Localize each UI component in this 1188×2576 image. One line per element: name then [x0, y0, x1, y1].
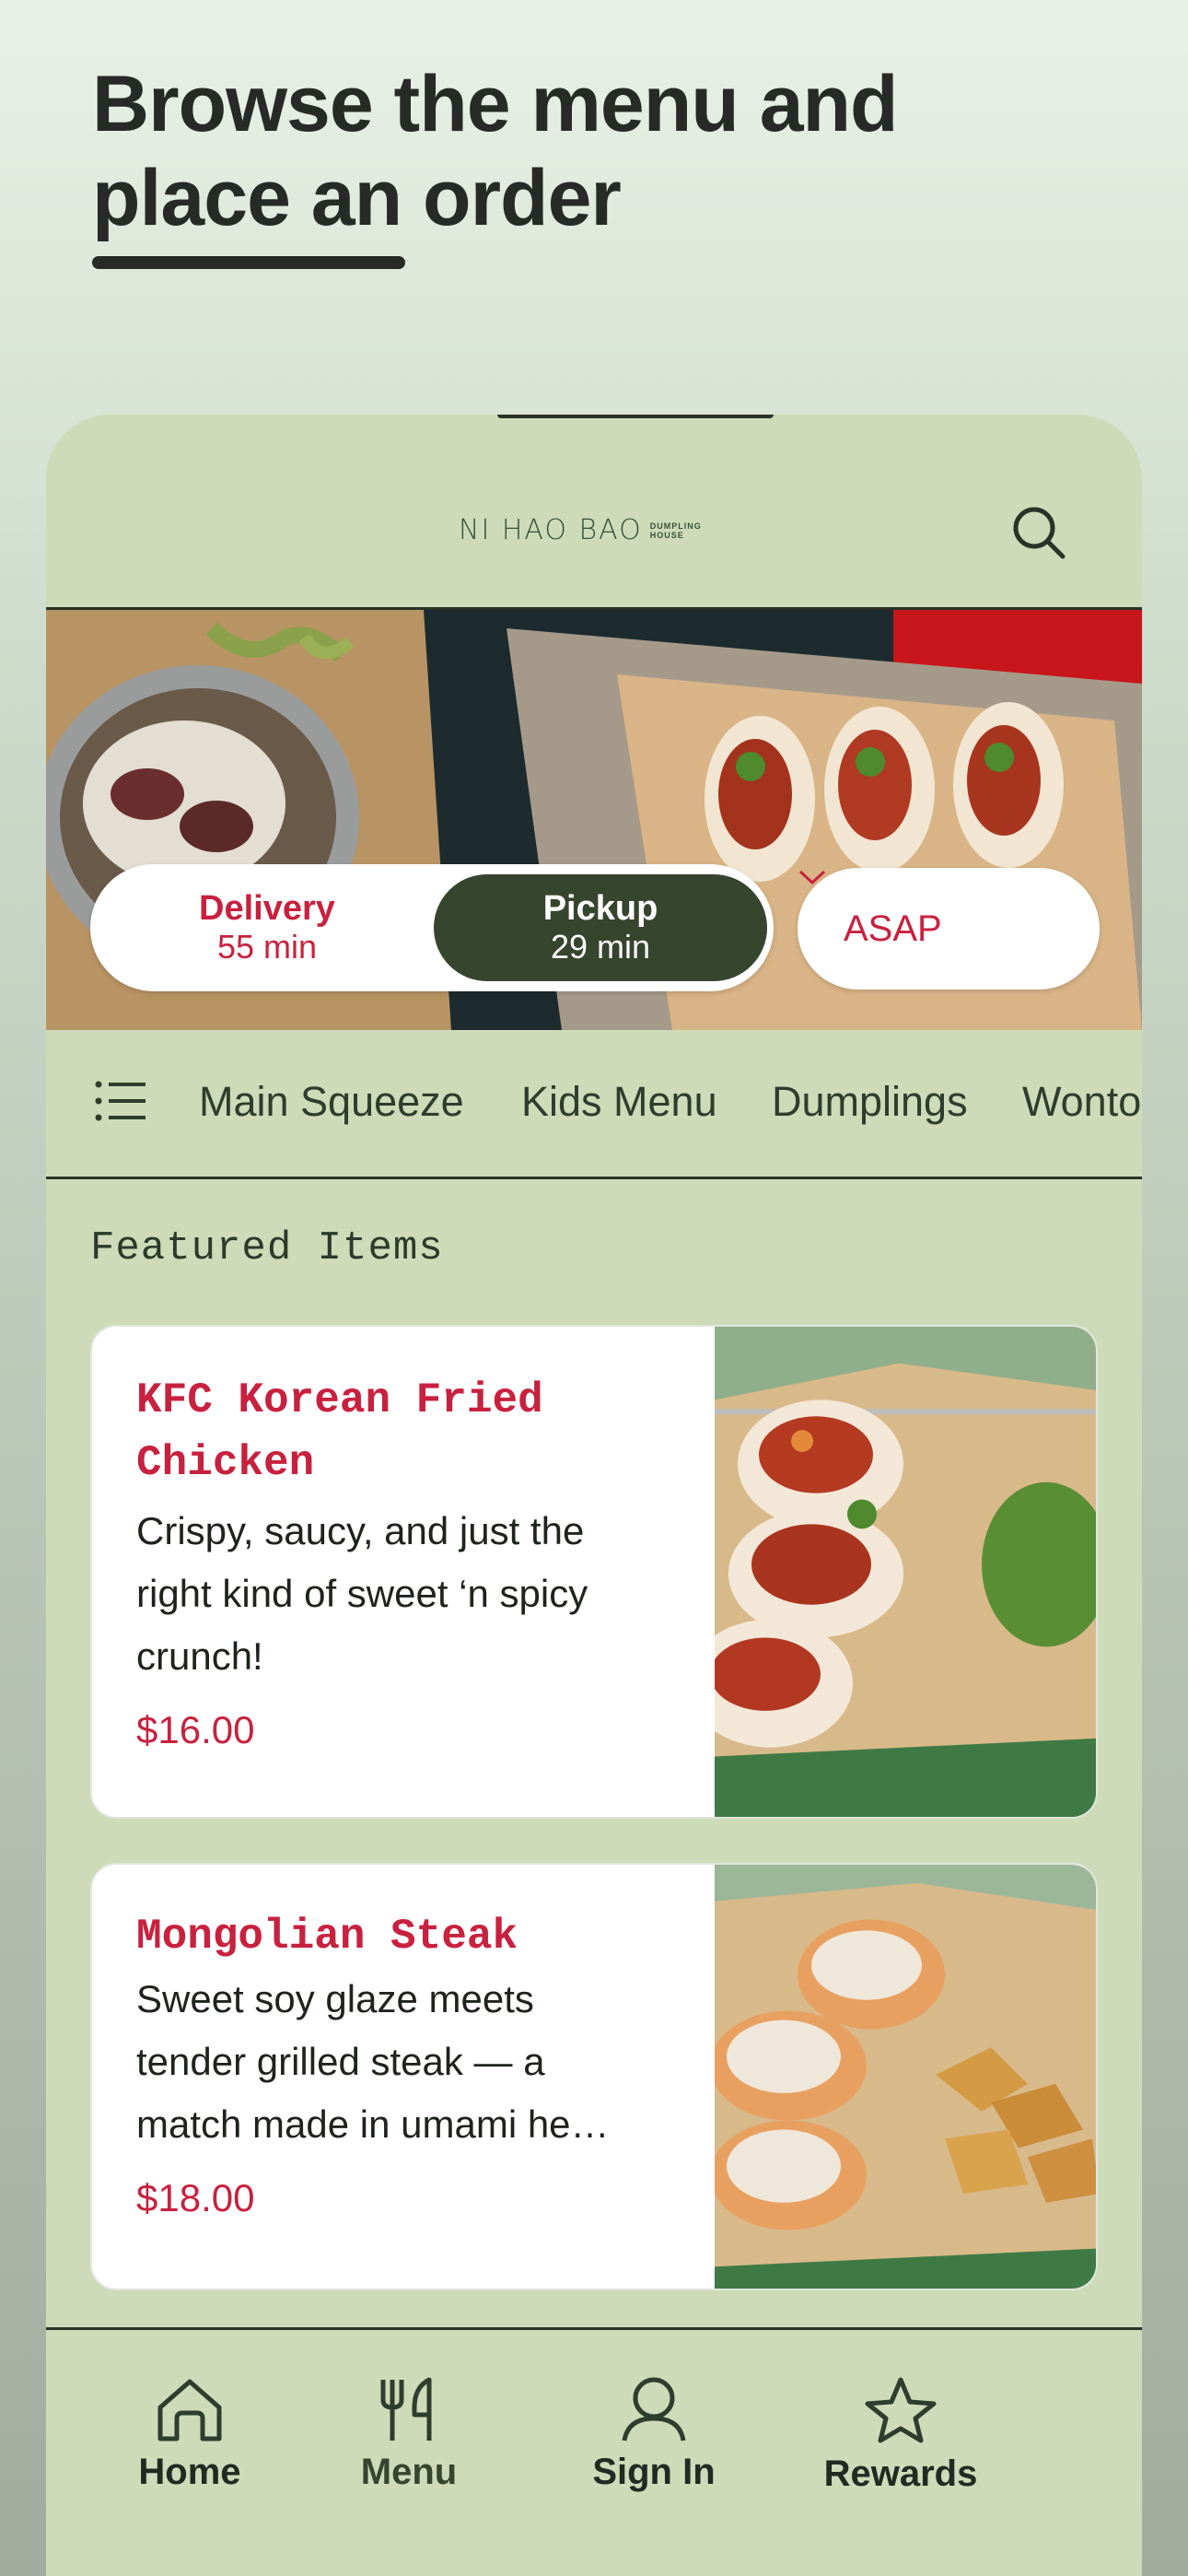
page-headline: Browse the menu and place an order: [92, 57, 1013, 245]
star-icon: [865, 2377, 937, 2443]
bottom-nav-home[interactable]: Home: [79, 2376, 300, 2493]
menu-item-name: Mongolian Steak: [136, 1913, 518, 1961]
pickup-label: Pickup: [542, 889, 658, 928]
bottom-nav-sign-in[interactable]: Sign In: [543, 2376, 764, 2493]
menu-item-description-line-2: tender grilled steak — a: [136, 2040, 545, 2083]
featured-items-heading: Featured Items: [90, 1225, 444, 1271]
menu-item-details: KFC Korean Fried Chicken Crispy, saucy, …: [136, 1327, 689, 1752]
category-tab-dumplings[interactable]: Dumplings: [772, 1078, 968, 1126]
person-icon: [622, 2377, 686, 2441]
delivery-time: 55 min: [216, 928, 318, 966]
order-time-select[interactable]: ASAP: [798, 868, 1100, 989]
menu-item-description-line-1: Sweet soy glaze meets: [136, 1977, 534, 2020]
menu-item-description-line-3: match made in umami he…: [136, 2102, 610, 2146]
pickup-time: 29 min: [550, 928, 651, 966]
home-icon: [157, 2379, 222, 2441]
app-screen: NI HAO BAO DUMPLING HOUSE Delivery 55 mi…: [46, 415, 1142, 2576]
menu-item-name: KFC Korean Fried Chicken: [136, 1369, 689, 1494]
bottom-nav-rewards-label: Rewards: [823, 2453, 978, 2494]
order-time-value: ASAP: [844, 907, 942, 949]
bottom-nav-menu[interactable]: Menu: [298, 2376, 519, 2493]
menu-item-image: [715, 1865, 1096, 2289]
fork-knife-icon: [380, 2377, 432, 2441]
hero-banner: Delivery 55 min Pickup 29 min ASAP: [46, 610, 1142, 1030]
search-icon: [1013, 507, 1066, 559]
menu-item-description-line-3: crunch!: [136, 1634, 263, 1678]
chevron-down-icon: [798, 870, 826, 885]
category-nav: Main Squeeze Kids Menu Dumplings Wonto: [46, 1030, 1142, 1179]
menu-item-description: Sweet soy glaze meets tender grilled ste…: [136, 1968, 689, 2156]
category-tab-main-squeeze[interactable]: Main Squeeze: [199, 1078, 464, 1126]
app-header: NI HAO BAO DUMPLING HOUSE: [46, 415, 1142, 610]
headline-line-1: Browse the menu and: [92, 60, 899, 148]
menu-item-price: $18.00: [136, 2176, 255, 2219]
headline-line-2: place an order: [92, 154, 622, 242]
menu-item-name-line-2: Chicken: [136, 1439, 315, 1487]
logo-sub-line-2: HOUSE: [649, 530, 684, 540]
delivery-label: Delivery: [199, 889, 335, 928]
menu-item-image: [715, 1327, 1096, 1817]
menu-item-description: Crispy, saucy, and just the right kind o…: [136, 1500, 689, 1688]
menu-item-details: Mongolian Steak Sweet soy glaze meets te…: [136, 1865, 689, 2220]
order-mode-toggle: Delivery 55 min Pickup 29 min: [90, 864, 774, 991]
search-button[interactable]: [1009, 503, 1068, 562]
logo-wordmark: NI HAO BAO: [459, 514, 643, 546]
bottom-nav-sign-in-label: Sign In: [592, 2452, 716, 2492]
menu-item-description-line-2: right kind of sweet ‘n spicy: [136, 1572, 588, 1615]
delivery-option[interactable]: Delivery 55 min: [100, 874, 434, 981]
bottom-nav-menu-label: Menu: [360, 2452, 458, 2492]
bottom-nav: Home Menu Sign In Rewards: [46, 2327, 1142, 2576]
logo-subtitle: DUMPLING HOUSE: [650, 521, 702, 540]
list-icon[interactable]: [94, 1078, 149, 1124]
pickup-option[interactable]: Pickup 29 min: [434, 874, 767, 981]
headline-underline: [92, 256, 405, 269]
bottom-nav-home-label: Home: [138, 2452, 241, 2492]
logo-sub-line-1: DUMPLING: [649, 521, 702, 531]
bottom-nav-rewards[interactable]: Rewards: [790, 2376, 1011, 2495]
menu-item-name-line-1: KFC Korean Fried: [136, 1376, 543, 1424]
menu-item-description-line-1: Crispy, saucy, and just the: [136, 1509, 585, 1552]
menu-item-card[interactable]: Mongolian Steak Sweet soy glaze meets te…: [90, 1863, 1098, 2290]
brand-logo[interactable]: NI HAO BAO DUMPLING HOUSE: [459, 514, 702, 546]
category-tab-wonton[interactable]: Wonto: [1022, 1078, 1141, 1126]
menu-item-price: $16.00: [136, 1708, 255, 1751]
category-tab-kids-menu[interactable]: Kids Menu: [521, 1078, 717, 1126]
menu-item-card[interactable]: KFC Korean Fried Chicken Crispy, saucy, …: [90, 1325, 1098, 1819]
